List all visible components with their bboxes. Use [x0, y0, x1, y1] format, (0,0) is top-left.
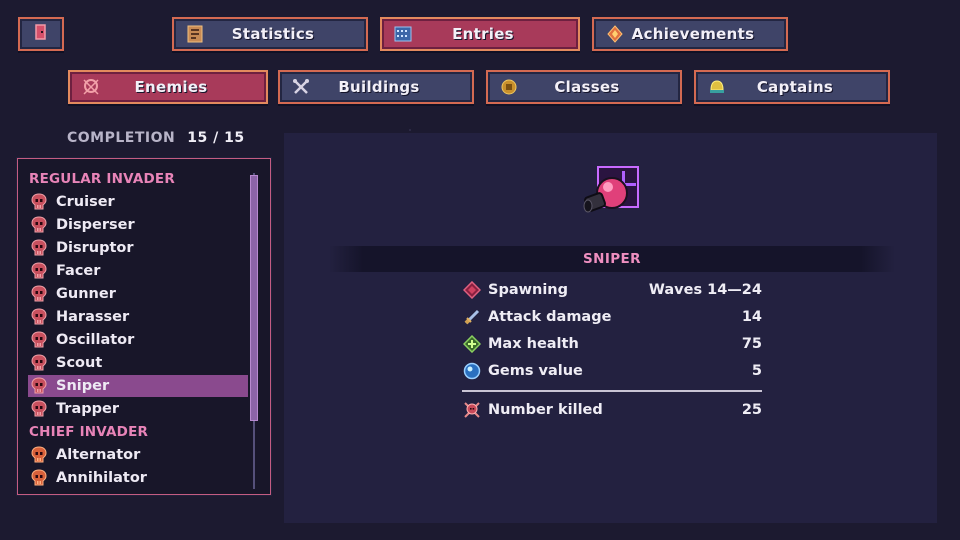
list-item-label: Cruiser: [56, 194, 115, 210]
skull-icon: [30, 377, 48, 395]
list-item-label: Scout: [56, 355, 103, 371]
list-item-alternator[interactable]: Alternator: [28, 444, 248, 466]
list-item-scout[interactable]: Scout: [28, 352, 248, 374]
skull-icon: [30, 285, 48, 303]
tab-entries-label: Entries: [452, 25, 514, 43]
skull-icon: [30, 193, 48, 211]
stat-label: Spawning: [488, 282, 568, 298]
list-item-sniper[interactable]: Sniper: [28, 375, 248, 397]
tab-captains[interactable]: Captains: [694, 70, 890, 104]
list-item-label: Harasser: [56, 309, 130, 325]
list-item-annihilator[interactable]: Annihilator: [28, 467, 248, 489]
entries-icon: [394, 25, 412, 43]
skull-icon: [30, 216, 48, 234]
list-item-label: Disperser: [56, 217, 135, 233]
health-diamond-icon: [462, 334, 482, 354]
skull-icon: [30, 354, 48, 372]
enemy-list-panel: REGULAR INVADER Cruiser Disperser Disrup…: [17, 158, 271, 495]
stat-value: Waves 14—24: [648, 282, 762, 298]
chief-skull-icon: [30, 446, 48, 464]
skull-icon: [30, 308, 48, 326]
completion-counter: COMPLETION 15 / 15: [67, 130, 245, 146]
gem-orb-icon: [462, 361, 482, 381]
skull-icon: [30, 262, 48, 280]
group-header-regular: REGULAR INVADER: [29, 171, 175, 187]
tab-achievements-label: Achievements: [631, 25, 755, 43]
tab-statistics[interactable]: Statistics: [172, 17, 368, 51]
stat-value: 75: [741, 336, 762, 352]
tab-classes[interactable]: Classes: [486, 70, 682, 104]
completion-label: COMPLETION: [67, 130, 176, 146]
stat-label: Number killed: [488, 402, 603, 418]
tab-buildings-label: Buildings: [338, 78, 420, 96]
enemy-detail-panel: SNIPER Spawning Waves 14—24 Attack damag…: [284, 133, 937, 523]
stat-divider: [462, 390, 762, 392]
list-item-trapper[interactable]: Trapper: [28, 398, 248, 420]
stat-row-max-health: Max health 75: [462, 332, 762, 356]
list-item-disperser[interactable]: Disperser: [28, 214, 248, 236]
exit-door-icon: [32, 23, 50, 45]
list-item-facer[interactable]: Facer: [28, 260, 248, 282]
captain-helmet-icon: [708, 78, 726, 96]
list-item-label: Trapper: [56, 401, 119, 417]
tab-classes-label: Classes: [554, 78, 620, 96]
skull-icon: [30, 239, 48, 257]
back-button[interactable]: [18, 17, 64, 51]
skull-crossbones-icon: [462, 400, 482, 420]
tab-statistics-label: Statistics: [231, 25, 315, 43]
list-item-label: Facer: [56, 263, 101, 279]
stat-label: Attack damage: [488, 309, 612, 325]
list-item-harasser[interactable]: Harasser: [28, 306, 248, 328]
enemy-skull-icon: [82, 78, 100, 96]
stat-row-spawning: Spawning Waves 14—24: [462, 278, 762, 302]
stat-label: Gems value: [488, 363, 583, 379]
tab-enemies-label: Enemies: [134, 78, 208, 96]
tab-buildings[interactable]: Buildings: [278, 70, 474, 104]
list-item-label: Oscillator: [56, 332, 135, 348]
trophy-icon: [606, 25, 624, 43]
statistics-icon: [186, 25, 204, 43]
stat-label: Max health: [488, 336, 579, 352]
scrollbar-thumb[interactable]: [250, 175, 258, 421]
class-emblem-icon: [500, 78, 518, 96]
stat-value: 5: [751, 363, 762, 379]
sniper-portrait-image: [582, 165, 646, 219]
completion-value: 15 / 15: [187, 130, 245, 146]
list-item-disruptor[interactable]: Disruptor: [28, 237, 248, 259]
stat-row-number-killed: Number killed 25: [462, 398, 762, 422]
stat-value: 25: [741, 402, 762, 418]
chief-skull-icon: [30, 469, 48, 487]
tools-icon: [292, 78, 310, 96]
stat-row-gems-value: Gems value 5: [462, 359, 762, 383]
tab-captains-label: Captains: [756, 78, 834, 96]
skull-icon: [30, 400, 48, 418]
tab-achievements[interactable]: Achievements: [592, 17, 788, 51]
list-item-cruiser[interactable]: Cruiser: [28, 191, 248, 213]
list-item-oscillator[interactable]: Oscillator: [28, 329, 248, 351]
enemy-name-banner: SNIPER: [329, 246, 895, 272]
sword-icon: [462, 307, 482, 327]
list-item-label: Disruptor: [56, 240, 134, 256]
tab-entries[interactable]: Entries: [380, 17, 580, 51]
spawn-diamond-icon: [462, 280, 482, 300]
list-item-label: Alternator: [56, 447, 141, 463]
list-scrollbar[interactable]: [250, 173, 258, 489]
stat-value: 14: [741, 309, 762, 325]
tab-enemies[interactable]: Enemies: [68, 70, 268, 104]
group-header-chief: CHIEF INVADER: [29, 424, 149, 440]
list-item-label: Annihilator: [56, 470, 147, 486]
skull-icon: [30, 331, 48, 349]
list-item-gunner[interactable]: Gunner: [28, 283, 248, 305]
list-item-label: Gunner: [56, 286, 116, 302]
stat-row-attack-damage: Attack damage 14: [462, 305, 762, 329]
list-item-label: Sniper: [56, 378, 110, 394]
